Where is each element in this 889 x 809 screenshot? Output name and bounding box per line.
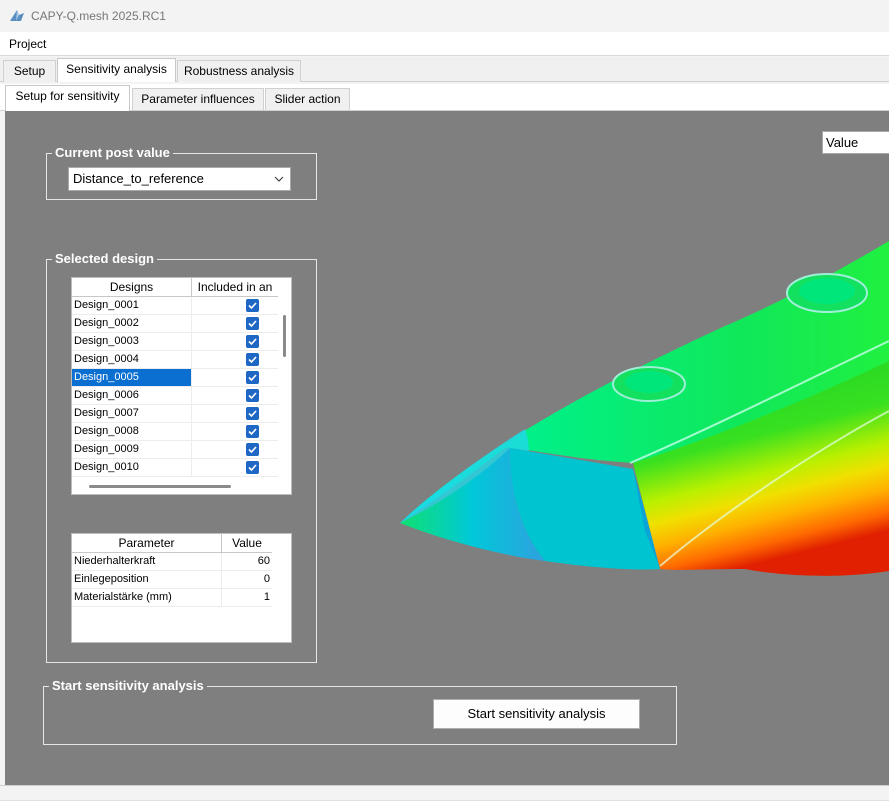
design-name-cell[interactable]: Design_0006 [72, 387, 192, 404]
check-icon [248, 446, 257, 454]
value-field[interactable]: Value [822, 131, 889, 154]
start-sensitivity-group: Start sensitivity analysis Start sensiti… [43, 678, 677, 745]
check-icon [248, 338, 257, 346]
vertical-scrollbar[interactable] [283, 315, 286, 357]
main-tab-bar: Setup Sensitivity analysis Robustness an… [0, 57, 889, 82]
included-checkbox[interactable] [246, 425, 259, 438]
menu-bar: Project [0, 32, 889, 56]
included-checkbox[interactable] [246, 335, 259, 348]
parameter-value-cell[interactable]: 1 [222, 589, 272, 606]
designs-table[interactable]: Designs Included in an Design_0001 Design… [71, 277, 292, 495]
table-row[interactable]: Niederhalterkraft 60 [72, 553, 272, 571]
table-row[interactable]: Design_0008 [72, 423, 278, 441]
table-row[interactable]: Design_0002 [72, 315, 278, 333]
tab-sensitivity-analysis[interactable]: Sensitivity analysis [57, 58, 176, 82]
title-bar: CAPY-Q.mesh 2025.RC1 [0, 0, 889, 32]
table-row[interactable]: Design_0007 [72, 405, 278, 423]
tab-slider-action[interactable]: Slider action [265, 88, 350, 110]
design-name-cell[interactable]: Design_0010 [72, 459, 192, 476]
current-post-value-group: Current post value Distance_to_reference [46, 145, 317, 200]
check-icon [248, 302, 257, 310]
column-header-designs[interactable]: Designs [72, 278, 192, 297]
sub-tab-bar: Setup for sensitivity Parameter influenc… [0, 84, 889, 111]
design-name-cell[interactable]: Design_0008 [72, 423, 192, 440]
table-row[interactable]: Design_0003 [72, 333, 278, 351]
app-logo-icon [9, 8, 25, 24]
design-name-cell[interactable]: Design_0001 [72, 297, 192, 314]
design-name-cell[interactable]: Design_0002 [72, 315, 192, 332]
start-sensitivity-button[interactable]: Start sensitivity analysis [433, 699, 640, 729]
parameter-name-cell: Einlegeposition [72, 571, 222, 588]
included-checkbox[interactable] [246, 317, 259, 330]
check-icon [248, 392, 257, 400]
table-row[interactable]: Design_0004 [72, 351, 278, 369]
design-name-cell[interactable]: Design_0004 [72, 351, 192, 368]
design-name-cell[interactable]: Design_0005 [72, 369, 192, 386]
check-icon [248, 464, 257, 472]
included-checkbox[interactable] [246, 353, 259, 366]
tab-parameter-influences[interactable]: Parameter influences [132, 88, 264, 110]
table-row[interactable]: Materialstärke (mm) 1 [72, 589, 272, 607]
included-checkbox[interactable] [246, 371, 259, 384]
parameter-value-cell[interactable]: 0 [222, 571, 272, 588]
mesh-viewport[interactable]: Current post value Distance_to_reference… [5, 111, 889, 785]
check-icon [248, 374, 257, 382]
tab-robustness-analysis[interactable]: Robustness analysis [177, 60, 301, 82]
parameter-value-cell[interactable]: 60 [222, 553, 272, 570]
selected-design-group: Selected design Designs Included in an D… [46, 251, 317, 663]
parameter-name-cell: Materialstärke (mm) [72, 589, 222, 606]
design-name-cell[interactable]: Design_0007 [72, 405, 192, 422]
table-row[interactable]: Design_0006 [72, 387, 278, 405]
menu-project[interactable]: Project [9, 37, 46, 51]
current-post-value-title: Current post value [52, 145, 173, 161]
column-header-value[interactable]: Value [222, 534, 272, 553]
table-row[interactable]: Design_0001 [72, 297, 278, 315]
bottom-border [0, 800, 889, 809]
check-icon [248, 410, 257, 418]
parameter-table-header: Parameter Value [72, 534, 272, 553]
tab-setup-for-sensitivity[interactable]: Setup for sensitivity [5, 85, 130, 111]
column-header-parameter[interactable]: Parameter [72, 534, 222, 553]
parameter-table[interactable]: Parameter Value Niederhalterkraft 60 Einle… [71, 533, 292, 643]
check-icon [248, 320, 257, 328]
table-row[interactable]: Einlegeposition 0 [72, 571, 272, 589]
check-icon [248, 356, 257, 364]
included-checkbox[interactable] [246, 389, 259, 402]
design-name-cell[interactable]: Design_0003 [72, 333, 192, 350]
included-checkbox[interactable] [246, 299, 259, 312]
check-icon [248, 428, 257, 436]
included-checkbox[interactable] [246, 407, 259, 420]
table-row[interactable]: Design_0010 [72, 459, 278, 477]
horizontal-scrollbar[interactable] [89, 485, 231, 488]
design-name-cell[interactable]: Design_0009 [72, 441, 192, 458]
column-header-included[interactable]: Included in an [192, 278, 278, 297]
table-row[interactable]: Design_0005 [72, 369, 278, 387]
chevron-down-icon [274, 168, 284, 198]
included-checkbox[interactable] [246, 443, 259, 456]
post-value-dropdown[interactable]: Distance_to_reference [68, 167, 291, 191]
parameter-name-cell: Niederhalterkraft [72, 553, 222, 570]
post-value-selected: Distance_to_reference [73, 171, 204, 186]
table-row[interactable]: Design_0009 [72, 441, 278, 459]
start-sensitivity-title: Start sensitivity analysis [49, 678, 207, 694]
included-checkbox[interactable] [246, 461, 259, 474]
tab-setup[interactable]: Setup [3, 60, 56, 82]
window-title: CAPY-Q.mesh 2025.RC1 [31, 9, 166, 23]
designs-table-header: Designs Included in an [72, 278, 278, 297]
selected-design-title: Selected design [52, 251, 157, 267]
